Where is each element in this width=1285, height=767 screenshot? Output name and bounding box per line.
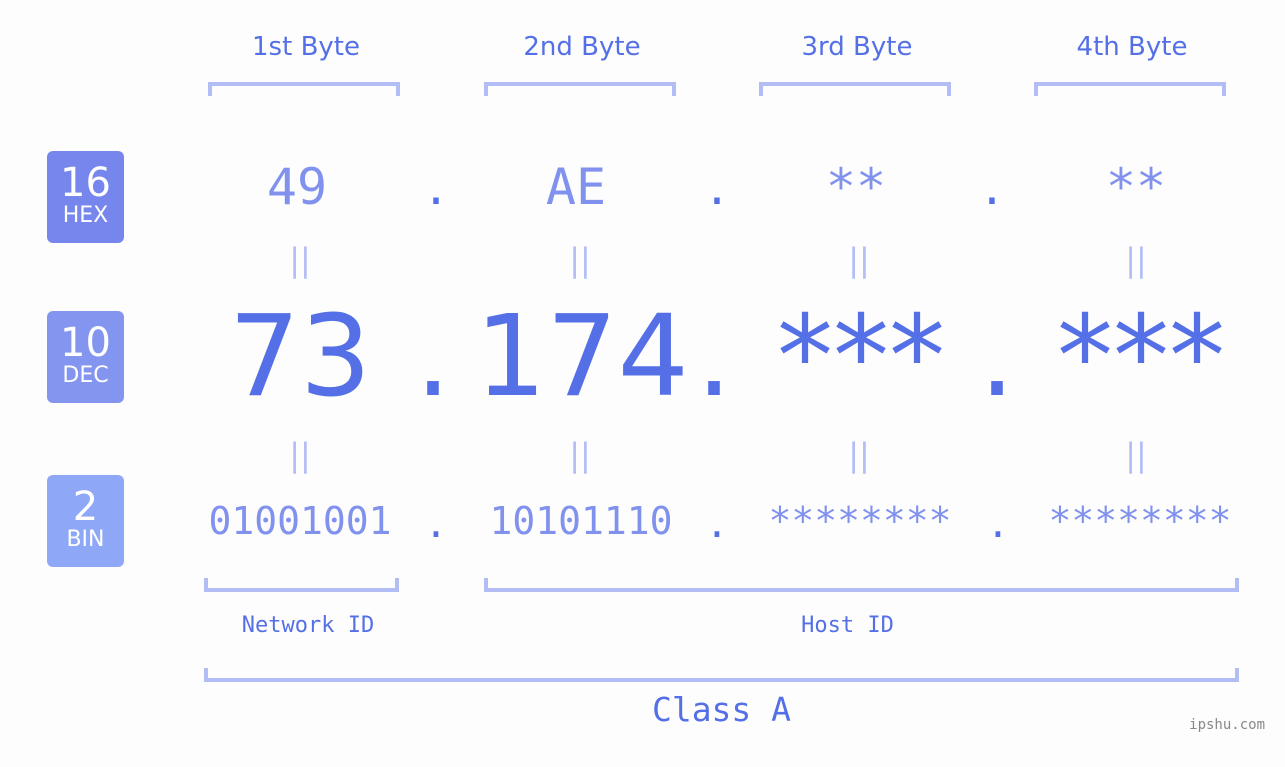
hex-badge: 16 HEX — [47, 151, 124, 243]
byte-bracket-3 — [759, 82, 951, 96]
hex-badge-label: HEX — [62, 203, 109, 228]
byte-bracket-4 — [1034, 82, 1226, 96]
byte-header-3: 3rd Byte — [801, 32, 913, 62]
equals-mark: || — [569, 436, 591, 474]
bin-separator-3: . — [986, 502, 1010, 546]
dec-byte-1: 73 — [228, 292, 372, 422]
dec-badge-label: DEC — [62, 363, 109, 388]
bin-badge-label: BIN — [66, 527, 105, 552]
hex-byte-3: ** — [825, 158, 887, 216]
byte-bracket-2 — [484, 82, 676, 96]
hex-separator-1: . — [422, 164, 450, 215]
bin-badge-number: 2 — [72, 484, 99, 530]
byte-bracket-1 — [208, 82, 400, 96]
class-label: Class A — [651, 690, 792, 729]
hex-byte-4: ** — [1105, 158, 1167, 216]
bin-byte-1: 01001001 — [208, 499, 392, 543]
byte-header-2: 2nd Byte — [523, 32, 641, 62]
hex-separator-2: . — [703, 164, 731, 215]
network-id-label: Network ID — [241, 613, 375, 638]
dec-badge: 10 DEC — [47, 311, 124, 403]
host-id-bracket — [484, 578, 1239, 592]
bin-byte-3: ******** — [768, 499, 952, 543]
network-id-bracket — [204, 578, 399, 592]
dec-badge-number: 10 — [60, 320, 111, 366]
byte-header-1: 1st Byte — [252, 32, 360, 62]
bin-byte-2: 10101110 — [489, 499, 673, 543]
host-id-label: Host ID — [801, 613, 894, 638]
equals-mark: || — [848, 241, 870, 279]
dec-byte-4: *** — [1057, 292, 1225, 422]
hex-badge-number: 16 — [60, 160, 111, 206]
class-bracket — [204, 668, 1239, 682]
hex-separator-3: . — [978, 164, 1006, 215]
bin-separator-2: . — [705, 502, 729, 546]
equals-mark: || — [569, 241, 591, 279]
bin-separator-1: . — [424, 502, 448, 546]
equals-mark: || — [289, 241, 311, 279]
bin-badge: 2 BIN — [47, 475, 124, 567]
dec-byte-3: *** — [777, 292, 945, 422]
equals-mark: || — [1125, 436, 1147, 474]
bin-byte-4: ******** — [1048, 499, 1232, 543]
dec-byte-2: 174 — [475, 292, 689, 422]
equals-mark: || — [1125, 241, 1147, 279]
watermark: ipshu.com — [1189, 717, 1265, 733]
byte-header-4: 4th Byte — [1076, 32, 1188, 62]
hex-byte-1: 49 — [266, 158, 328, 216]
hex-byte-2: AE — [545, 158, 607, 216]
equals-mark: || — [289, 436, 311, 474]
equals-mark: || — [848, 436, 870, 474]
